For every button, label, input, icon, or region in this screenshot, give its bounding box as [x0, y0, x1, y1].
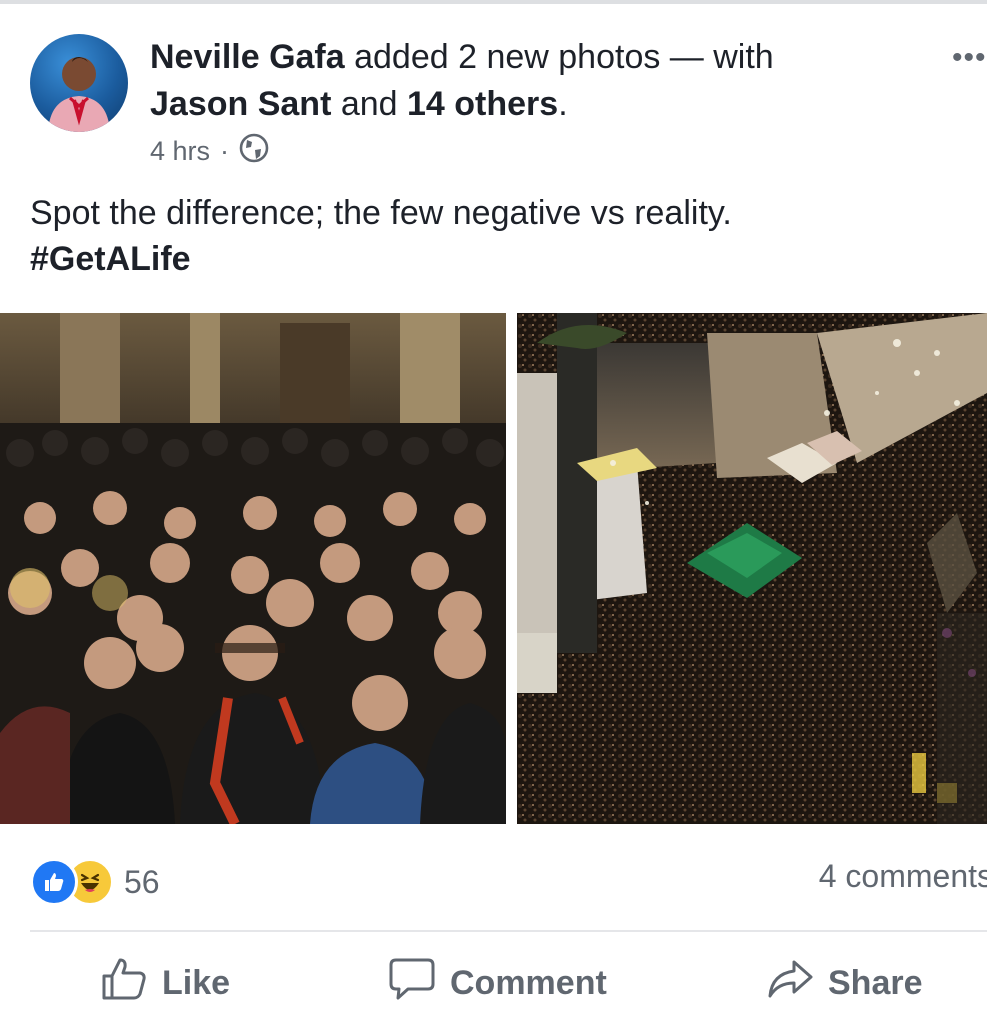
avatar-image — [48, 57, 110, 132]
post-header-line-1: Neville Gafa added 2 new photos — with — [150, 34, 774, 80]
share-arrow-icon — [766, 956, 814, 1011]
like-label: Like — [162, 963, 231, 1002]
post-action-text: added 2 new photos — with — [344, 38, 774, 76]
hashtag-link[interactable]: #GetALife — [30, 236, 732, 282]
thumbs-up-icon — [100, 956, 148, 1011]
actions-divider — [30, 930, 987, 932]
globe-icon — [239, 133, 269, 170]
like-reaction-icon — [30, 858, 78, 906]
reactions-summary[interactable]: 56 — [30, 858, 160, 906]
author-name[interactable]: Neville Gafa — [150, 38, 345, 76]
meta-separator: · — [220, 135, 230, 166]
photo-crowd-street — [517, 313, 987, 824]
more-options-icon[interactable]: ••• — [952, 43, 987, 73]
tagged-joiner: and — [331, 85, 408, 123]
post-header-line-2: Jason Sant and 14 others. — [150, 81, 568, 127]
like-button[interactable]: Like — [100, 955, 230, 1011]
comment-bubble-icon — [388, 956, 436, 1011]
tagged-end: . — [558, 85, 568, 123]
comment-button[interactable]: Comment — [388, 955, 607, 1011]
comment-label: Comment — [450, 963, 607, 1002]
post-message: Spot the difference; the few negative vs… — [30, 190, 732, 282]
tagged-person[interactable]: Jason Sant — [150, 85, 331, 123]
author-avatar[interactable] — [30, 34, 128, 132]
post-timestamp[interactable]: 4 hrs — [150, 136, 210, 167]
photo-1[interactable] — [0, 313, 506, 824]
tagged-others[interactable]: 14 others — [407, 85, 558, 123]
photo-crowd-church — [0, 313, 506, 824]
share-label: Share — [828, 963, 923, 1002]
reaction-count: 56 — [124, 863, 160, 900]
share-button[interactable]: Share — [766, 955, 923, 1011]
post-text: Spot the difference; the few negative vs… — [30, 194, 732, 232]
top-divider — [0, 0, 987, 4]
post-meta: 4 hrs · — [150, 132, 269, 170]
photo-2[interactable] — [517, 313, 987, 824]
comments-count[interactable]: 4 comments — [819, 858, 987, 895]
